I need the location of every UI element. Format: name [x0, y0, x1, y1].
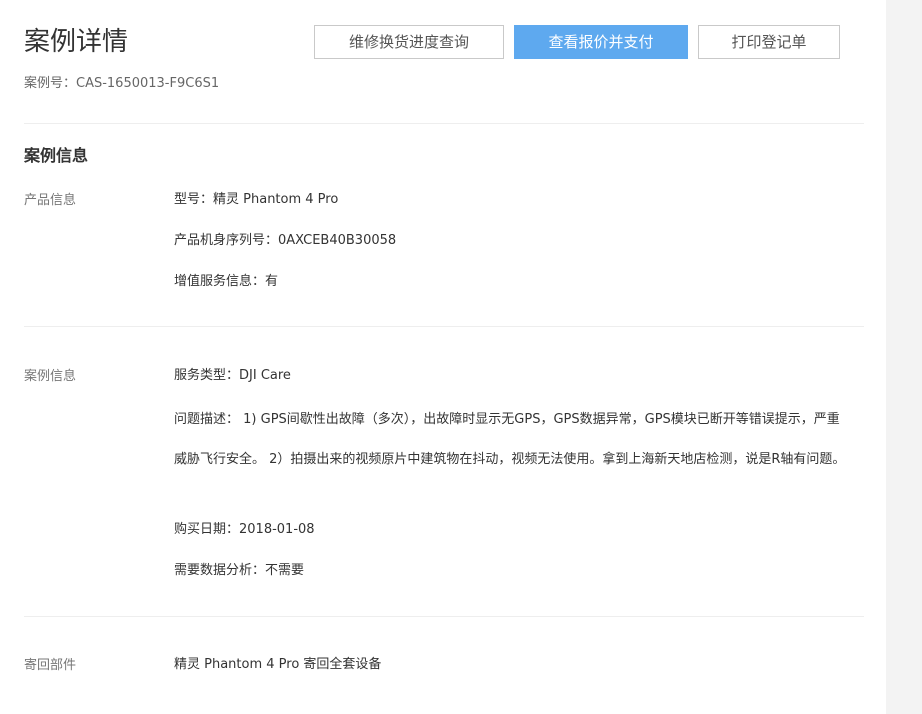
value-added-service-label: 增值服务信息：: [174, 274, 266, 289]
model-field: 型号：精灵 Phantom 4 Pro: [174, 191, 338, 209]
purchase-date-label: 购买日期：: [174, 522, 240, 537]
model-label: 型号：: [174, 192, 214, 207]
divider: [24, 123, 864, 124]
serial-label: 产品机身序列号：: [174, 233, 279, 248]
return-parts-label: 寄回部件: [24, 658, 77, 673]
purchase-date-value: 2018-01-08: [239, 522, 315, 537]
data-analysis-value: 不需要: [265, 563, 305, 578]
problem-description-label: 问题描述：: [174, 412, 240, 427]
case-number: 案例号：CAS-1650013-F9C6S1: [24, 76, 220, 91]
data-analysis-label: 需要数据分析：: [174, 563, 266, 578]
product-info-label: 产品信息: [24, 193, 77, 208]
serial-value: 0AXCEB40B30058: [278, 233, 397, 248]
case-detail-panel: 案例详情 维修换货进度查询 查看报价并支付 打印登记单 案例号：CAS-1650…: [0, 0, 886, 714]
divider: [24, 616, 864, 617]
print-form-button[interactable]: 打印登记单: [698, 25, 840, 59]
repair-progress-button[interactable]: 维修换货进度查询: [314, 25, 504, 59]
section-heading: 案例信息: [24, 146, 89, 165]
data-analysis-field: 需要数据分析：不需要: [174, 562, 304, 580]
value-added-service-field: 增值服务信息：有: [174, 273, 278, 291]
problem-description: 问题描述： 1) GPS间歇性出故障（多次），出故障时显示无GPS，GPS数据异…: [174, 400, 846, 480]
return-parts-value: 精灵 Phantom 4 Pro 寄回全套设备: [174, 657, 382, 672]
case-info-label: 案例信息: [24, 369, 77, 384]
page-title: 案例详情: [24, 27, 129, 57]
service-type-label: 服务类型：: [174, 368, 240, 383]
divider: [24, 326, 864, 327]
service-type-value: DJI Care: [239, 368, 291, 383]
model-value: 精灵 Phantom 4 Pro: [213, 192, 339, 207]
value-added-service-value: 有: [265, 274, 279, 289]
view-quote-pay-button[interactable]: 查看报价并支付: [514, 25, 688, 59]
serial-field: 产品机身序列号：0AXCEB40B30058: [174, 232, 396, 250]
right-side-panel: [886, 0, 922, 714]
service-type-field: 服务类型：DJI Care: [174, 367, 291, 385]
purchase-date-field: 购买日期：2018-01-08: [174, 521, 315, 539]
problem-description-value: 1) GPS间歇性出故障（多次），出故障时显示无GPS，GPS数据异常，GPS模…: [174, 412, 846, 467]
